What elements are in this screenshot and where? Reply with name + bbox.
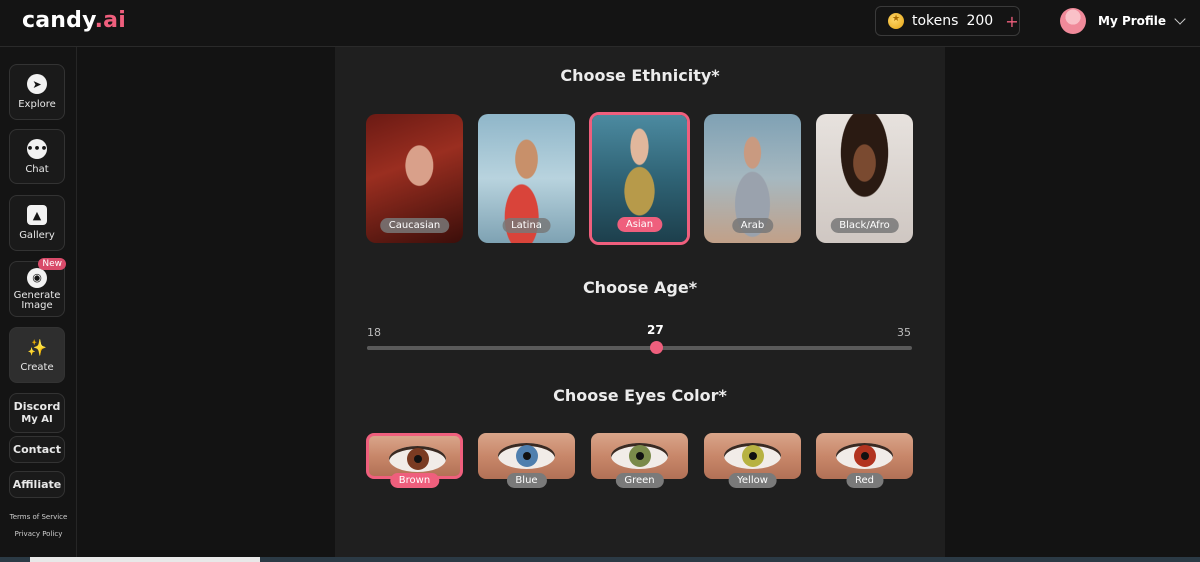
avatar bbox=[1060, 8, 1086, 34]
chevron-down-icon bbox=[1174, 13, 1186, 25]
ethnicity-option-arab[interactable]: Arab bbox=[704, 114, 801, 243]
chat-bubble-icon: ••• bbox=[26, 138, 48, 159]
age-min: 18 bbox=[367, 326, 381, 339]
ethnicity-title: Choose Ethnicity* bbox=[560, 66, 720, 85]
sidebar-item-label: Explore bbox=[18, 99, 56, 110]
tokens-label: tokens bbox=[912, 13, 959, 29]
sidebar-item-gallery[interactable]: ▲ Gallery bbox=[9, 195, 65, 251]
iris bbox=[516, 445, 538, 467]
sidebar-item-sublabel: My AI bbox=[21, 414, 53, 425]
ethnicity-label: Caucasian bbox=[379, 218, 450, 233]
eye-shape bbox=[724, 443, 781, 469]
sidebar-item-label: Affiliate bbox=[12, 478, 62, 491]
logo-main: candy bbox=[22, 8, 95, 33]
eye-option-green[interactable]: Green bbox=[591, 433, 688, 488]
profile-label: My Profile bbox=[1098, 14, 1167, 28]
eye-label: Brown bbox=[389, 473, 440, 488]
eye-label: Red bbox=[846, 473, 883, 488]
ethnicity-option-black-afro[interactable]: Black/Afro bbox=[816, 114, 913, 243]
ethnicity-label: Latina bbox=[502, 218, 551, 233]
age-title: Choose Age* bbox=[582, 278, 698, 297]
iris bbox=[629, 445, 651, 467]
pupil bbox=[749, 452, 757, 460]
eye-option-brown[interactable]: Brown bbox=[366, 433, 463, 488]
top-header: candy.ai tokens 200 + My Profile bbox=[0, 0, 1200, 47]
iris bbox=[854, 445, 876, 467]
eye-label: Green bbox=[615, 473, 664, 488]
pupil bbox=[414, 455, 422, 463]
age-slider-fill bbox=[367, 346, 656, 350]
age-slider-track[interactable] bbox=[367, 341, 912, 354]
ethnicity-label: Black/Afro bbox=[830, 218, 899, 233]
sidebar-item-create[interactable]: ✨ Create bbox=[9, 327, 65, 383]
tokens-button[interactable]: tokens 200 + bbox=[875, 6, 1020, 36]
add-tokens-icon[interactable]: + bbox=[1005, 12, 1018, 31]
eyes-title: Choose Eyes Color* bbox=[553, 386, 727, 405]
pupil bbox=[861, 452, 869, 460]
age-max: 35 bbox=[897, 326, 911, 339]
age-value: 27 bbox=[647, 323, 664, 337]
new-badge: New bbox=[38, 258, 66, 270]
iris bbox=[742, 445, 764, 467]
ethnicity-option-latina[interactable]: Latina bbox=[478, 114, 575, 243]
eye-label: Blue bbox=[506, 473, 547, 488]
sidebar-item-discord[interactable]: Discord My AI bbox=[9, 393, 65, 433]
sidebar-item-generate-image[interactable]: New ◉ Generate Image bbox=[9, 258, 66, 317]
sidebar-item-label: Gallery bbox=[19, 230, 55, 241]
ethnicity-option-caucasian[interactable]: Caucasian bbox=[366, 114, 463, 243]
eye-option-yellow[interactable]: Yellow bbox=[704, 433, 801, 488]
coin-icon bbox=[888, 13, 904, 29]
create-panel: Choose Ethnicity* Caucasian Latina Asian… bbox=[335, 47, 945, 557]
compass-icon: ➤ bbox=[27, 74, 47, 94]
sidebar-item-contact[interactable]: Contact bbox=[9, 436, 65, 463]
sidebar-item-affiliate[interactable]: Affiliate bbox=[9, 471, 65, 498]
sidebar-item-explore[interactable]: ➤ Explore bbox=[9, 64, 65, 120]
eye-shape bbox=[498, 443, 555, 469]
logo-accent: .ai bbox=[94, 8, 126, 33]
ethnicity-label: Asian bbox=[616, 217, 663, 232]
sidebar-item-label: Contact bbox=[13, 443, 61, 456]
privacy-link[interactable]: Privacy Policy bbox=[0, 530, 77, 538]
profile-menu[interactable]: My Profile bbox=[1060, 8, 1186, 34]
tokens-count: 200 bbox=[966, 13, 994, 29]
iris bbox=[407, 448, 429, 470]
pupil bbox=[523, 452, 531, 460]
camera-icon: ◉ bbox=[27, 267, 47, 288]
eye-shape bbox=[389, 446, 446, 472]
eye-shape bbox=[611, 443, 668, 469]
eye-shape bbox=[836, 443, 893, 469]
terms-link[interactable]: Terms of Service bbox=[0, 513, 77, 521]
logo[interactable]: candy.ai bbox=[22, 8, 126, 33]
pupil bbox=[636, 452, 644, 460]
ethnicity-option-asian[interactable]: Asian bbox=[589, 112, 690, 245]
age-slider-thumb[interactable] bbox=[649, 341, 663, 354]
eye-option-blue[interactable]: Blue bbox=[478, 433, 575, 488]
ethnicity-label: Arab bbox=[731, 218, 774, 233]
eye-option-red[interactable]: Red bbox=[816, 433, 913, 488]
sidebar-item-label: Generate Image bbox=[13, 289, 61, 311]
sidebar-item-label: Create bbox=[20, 362, 54, 373]
taskbar-window bbox=[30, 557, 260, 562]
sidebar-item-label: Discord bbox=[13, 400, 61, 413]
sidebar-item-chat[interactable]: ••• Chat bbox=[9, 129, 65, 184]
eye-label: Yellow bbox=[728, 473, 777, 488]
magic-wand-icon: ✨ bbox=[27, 337, 47, 357]
sidebar-item-label: Chat bbox=[25, 163, 49, 175]
image-icon: ▲ bbox=[27, 205, 47, 225]
sidebar: ➤ Explore ••• Chat ▲ Gallery New ◉ Gener… bbox=[0, 47, 77, 562]
